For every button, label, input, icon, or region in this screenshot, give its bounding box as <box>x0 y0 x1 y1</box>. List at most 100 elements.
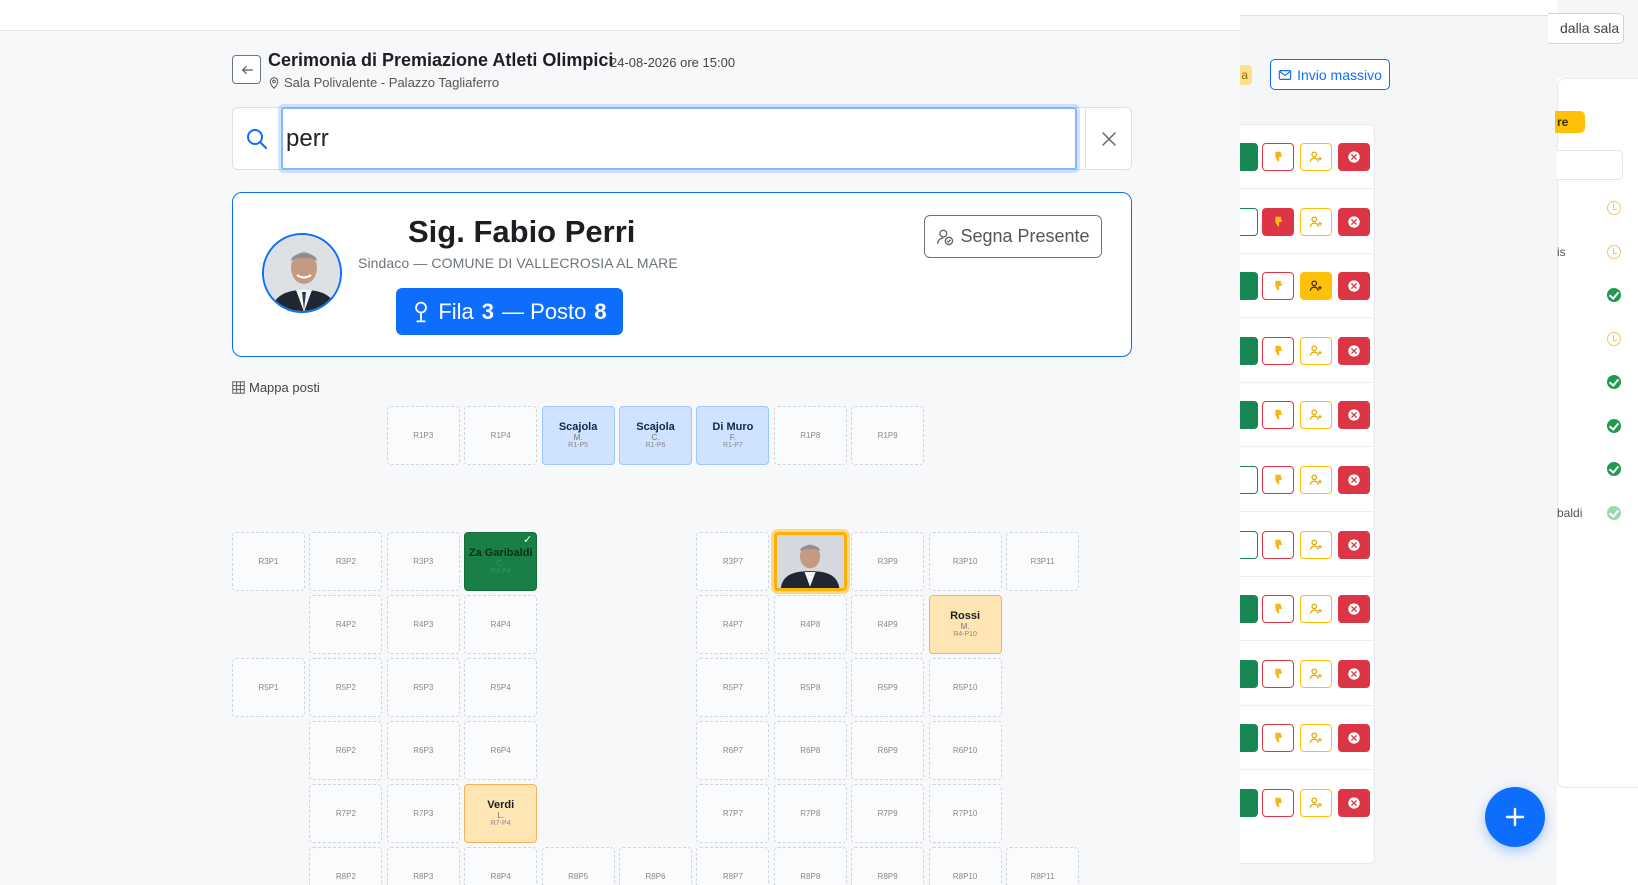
seat-empty[interactable]: R5P1 <box>232 658 305 717</box>
seat-highlighted[interactable] <box>773 532 847 591</box>
decline-button[interactable] <box>1262 659 1294 688</box>
confirm-button[interactable] <box>1238 272 1258 301</box>
remove-button[interactable] <box>1338 336 1370 365</box>
seat-empty[interactable]: R5P2 <box>309 658 383 717</box>
seat-empty[interactable]: R7P3 <box>386 784 460 843</box>
remove-button[interactable] <box>1338 272 1370 301</box>
seat-empty[interactable]: R4P8 <box>773 595 847 654</box>
seat-empty[interactable]: R1P4 <box>464 406 538 465</box>
seat-empty[interactable]: R4P2 <box>309 595 383 654</box>
confirm-button[interactable] <box>1238 466 1258 494</box>
seat-empty[interactable]: R4P9 <box>851 595 925 654</box>
seat-empty[interactable]: R8P9 <box>851 847 925 885</box>
decline-button[interactable] <box>1262 143 1294 171</box>
seat-empty[interactable]: R5P10 <box>928 658 1002 717</box>
seat-empty[interactable]: R1P9 <box>851 406 925 465</box>
assign-seat-button[interactable] <box>1300 724 1332 753</box>
confirm-button[interactable] <box>1238 789 1258 817</box>
seat-empty[interactable]: R7P8 <box>773 784 847 843</box>
remove-button[interactable] <box>1338 466 1370 494</box>
seat-empty[interactable]: R7P2 <box>309 784 383 843</box>
confirm-button[interactable] <box>1238 336 1258 365</box>
search-input[interactable] <box>281 107 1077 170</box>
seat-empty[interactable]: R3P9 <box>851 532 925 591</box>
seat-empty[interactable]: R8P7 <box>696 847 770 885</box>
remove-button[interactable] <box>1338 207 1370 236</box>
seat-empty[interactable]: R5P7 <box>696 658 770 717</box>
assign-seat-button[interactable] <box>1300 401 1332 430</box>
assign-seat-button[interactable] <box>1300 530 1332 559</box>
seat-occupied[interactable]: ✓ Za Garibaldi C. R3-P4 <box>464 532 538 591</box>
seat-empty[interactable]: R7P9 <box>851 784 925 843</box>
seat-empty[interactable]: R3P2 <box>309 532 383 591</box>
seat-empty[interactable]: R5P4 <box>464 658 538 717</box>
assign-seat-button[interactable] <box>1300 466 1332 494</box>
side-search-input[interactable] <box>1557 150 1623 180</box>
seat-empty[interactable]: R7P7 <box>696 784 770 843</box>
seat-empty[interactable]: R5P8 <box>773 658 847 717</box>
seat-empty[interactable]: R8P2 <box>309 847 383 885</box>
seat-empty[interactable]: R7P10 <box>928 784 1002 843</box>
seat-empty[interactable]: R4P4 <box>464 595 538 654</box>
add-button[interactable] <box>1485 787 1545 847</box>
decline-button[interactable] <box>1262 272 1294 301</box>
seat-empty[interactable]: R6P4 <box>464 721 538 780</box>
seat-empty[interactable]: R3P1 <box>232 532 305 591</box>
seat-empty[interactable]: R5P3 <box>386 658 460 717</box>
seat-empty[interactable]: R6P8 <box>773 721 847 780</box>
seat-empty[interactable]: R3P11 <box>1006 532 1079 591</box>
remove-button[interactable] <box>1338 143 1370 171</box>
seat-empty[interactable]: R3P7 <box>696 532 770 591</box>
confirm-button[interactable] <box>1238 595 1258 624</box>
seat-empty[interactable]: R8P10 <box>928 847 1002 885</box>
back-button[interactable] <box>232 55 261 84</box>
seat-empty[interactable]: R8P4 <box>464 847 538 885</box>
confirm-button[interactable] <box>1238 659 1258 688</box>
seat-empty[interactable]: R1P3 <box>386 406 460 465</box>
decline-button[interactable] <box>1262 530 1294 559</box>
assign-seat-button[interactable] <box>1300 207 1332 236</box>
seat-empty[interactable]: R8P6 <box>619 847 692 885</box>
confirm-button[interactable] <box>1238 401 1258 430</box>
seat-empty[interactable]: R6P9 <box>851 721 925 780</box>
confirm-button[interactable] <box>1238 207 1258 236</box>
seat-occupied[interactable]: Verdi L. R7-P4 <box>464 784 538 843</box>
decline-button[interactable] <box>1262 595 1294 624</box>
seat-empty[interactable]: R4P3 <box>386 595 460 654</box>
clear-search-button[interactable] <box>1085 108 1131 169</box>
confirm-button[interactable] <box>1238 724 1258 753</box>
seat-occupied[interactable]: Scajola C. R1-P6 <box>619 406 692 465</box>
seat-empty[interactable]: R1P8 <box>773 406 847 465</box>
decline-button[interactable] <box>1262 789 1294 817</box>
seat-occupied[interactable]: Rossi M. R4-P10 <box>928 595 1002 654</box>
remove-button[interactable] <box>1338 595 1370 624</box>
confirm-button[interactable] <box>1238 143 1258 171</box>
assign-seat-button[interactable] <box>1300 272 1332 301</box>
decline-button[interactable] <box>1262 336 1294 365</box>
assign-seat-button[interactable] <box>1300 659 1332 688</box>
seat-empty[interactable]: R6P7 <box>696 721 770 780</box>
seat-empty[interactable]: R6P10 <box>928 721 1002 780</box>
seat-empty[interactable]: R5P9 <box>851 658 925 717</box>
seat-location-button[interactable]: Fila 3 — Posto 8 <box>396 288 623 335</box>
remove-button[interactable] <box>1338 401 1370 430</box>
remove-from-hall-button[interactable]: dalla sala <box>1548 13 1624 44</box>
decline-button[interactable] <box>1262 466 1294 494</box>
bulk-send-button[interactable]: Invio massivo <box>1270 59 1390 90</box>
assign-seat-button[interactable] <box>1300 143 1332 171</box>
seat-empty[interactable]: R8P5 <box>541 847 615 885</box>
decline-button[interactable] <box>1262 401 1294 430</box>
remove-button[interactable] <box>1338 530 1370 559</box>
seat-occupied[interactable]: Scajola M. R1-P5 <box>541 406 615 465</box>
seat-empty[interactable]: R4P7 <box>696 595 770 654</box>
remove-button[interactable] <box>1338 659 1370 688</box>
mark-present-button[interactable]: Segna Presente <box>924 215 1102 258</box>
remove-button[interactable] <box>1338 724 1370 753</box>
decline-button[interactable] <box>1262 207 1294 236</box>
assign-seat-button[interactable] <box>1300 595 1332 624</box>
decline-button[interactable] <box>1262 724 1294 753</box>
seat-empty[interactable]: R3P10 <box>928 532 1002 591</box>
seat-empty[interactable]: R3P3 <box>386 532 460 591</box>
seat-empty[interactable]: R8P3 <box>386 847 460 885</box>
seat-empty[interactable]: R6P3 <box>386 721 460 780</box>
